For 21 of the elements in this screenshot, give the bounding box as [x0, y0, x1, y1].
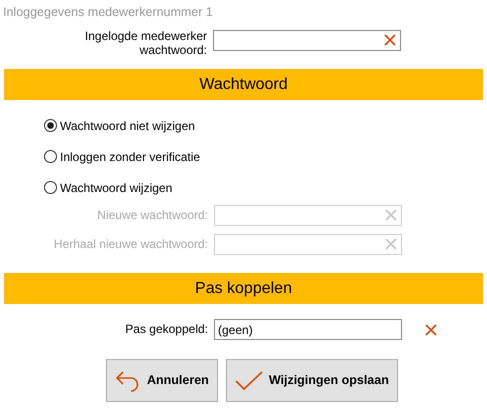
radio-label[interactable]: Inloggen zonder verificatie: [60, 148, 200, 166]
field-label: Nieuwe wachtwoord:: [96, 208, 209, 222]
field-label: Pas gekoppeld:: [124, 322, 209, 336]
window-title: Inloggegevens medewerkernummer 1: [2, 4, 214, 21]
radio-icon[interactable]: [44, 181, 57, 194]
radio-icon[interactable]: [44, 150, 57, 163]
clear-icon[interactable]: [384, 34, 396, 46]
input-field[interactable]: (geen): [214, 319, 402, 340]
section-header: Pas koppelen: [4, 273, 483, 304]
input-field[interactable]: [213, 30, 401, 51]
save-button[interactable]: Wijzigingen opslaan: [226, 359, 398, 402]
checkmark-icon: [234, 370, 263, 390]
radio-label[interactable]: Wachtwoord niet wijzigen: [60, 116, 195, 134]
field-label: Ingelogde medewerker wachtwoord:: [84, 30, 208, 58]
cancel-button[interactable]: Annuleren: [106, 359, 218, 402]
radio-icon[interactable]: [44, 119, 57, 132]
clear-icon[interactable]: [425, 324, 437, 336]
undo-arrow-icon: [115, 368, 141, 392]
section-header: Wachtwoord: [4, 69, 483, 100]
field-label: Herhaal nieuwe wachtwoord:: [52, 238, 209, 252]
radio-label[interactable]: Wachtwoord wijzigen: [60, 178, 172, 196]
